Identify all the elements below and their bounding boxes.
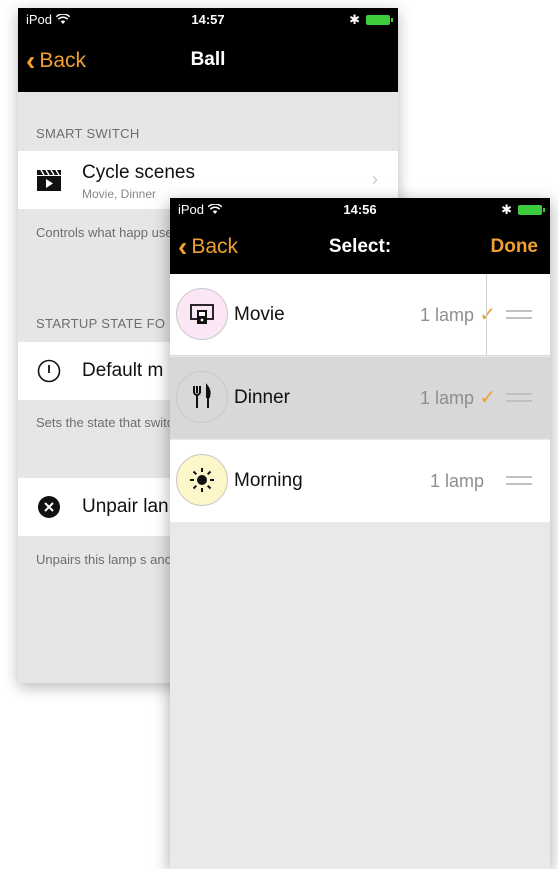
status-bar: iPod 14:57 ✱ bbox=[18, 8, 398, 30]
scene-row-morning[interactable]: Morning 1 lamp bbox=[170, 440, 550, 522]
nav-bar: ‹ Back Select: Done bbox=[170, 220, 550, 274]
scene-count-dinner: 1 lamp bbox=[419, 388, 474, 408]
battery-icon bbox=[518, 205, 545, 215]
default-mode-label: Default m bbox=[82, 360, 164, 381]
checkmark-icon: ✓ bbox=[479, 304, 496, 326]
nav-bar: ‹ Back Ball bbox=[18, 30, 398, 92]
scene-name-dinner: Dinner bbox=[234, 387, 290, 408]
cycle-scenes-title: Cycle scenes bbox=[82, 162, 195, 183]
bluetooth-icon: ✱ bbox=[501, 202, 512, 217]
scene-count-morning: 1 lamp bbox=[429, 471, 484, 491]
status-time: 14:57 bbox=[191, 12, 225, 27]
page-title: Ball bbox=[190, 49, 226, 70]
power-icon bbox=[36, 358, 62, 384]
chevron-right-icon: › bbox=[372, 169, 378, 189]
done-button[interactable]: Done bbox=[491, 236, 539, 258]
sun-icon bbox=[176, 454, 228, 506]
unpair-lamp-label: Unpair lan bbox=[82, 496, 169, 517]
scene-row-movie[interactable]: Movie 1 lamp ✓ bbox=[170, 274, 550, 356]
reorder-handle-icon[interactable] bbox=[506, 393, 532, 402]
battery-icon bbox=[366, 15, 393, 25]
scene-row-dinner[interactable]: Dinner 1 lamp ✓ bbox=[170, 357, 550, 439]
scene-count-movie: 1 lamp bbox=[419, 305, 474, 325]
section-header-startup: STARTUP STATE FO bbox=[36, 316, 166, 331]
scene-name-morning: Morning bbox=[234, 470, 303, 491]
cycle-scenes-subtitle: Movie, Dinner bbox=[82, 187, 157, 201]
select-scenes-screen: iPod 14:56 ✱ ‹ Back Select: Done Movie 1… bbox=[170, 198, 550, 869]
clapperboard-icon bbox=[36, 167, 62, 193]
scene-name-movie: Movie bbox=[234, 304, 285, 325]
reorder-handle-icon[interactable] bbox=[506, 310, 532, 319]
section-header-smart-switch: SMART SWITCH bbox=[36, 126, 140, 141]
remove-icon bbox=[36, 494, 62, 520]
bluetooth-icon: ✱ bbox=[349, 12, 360, 27]
fork-knife-icon bbox=[176, 371, 228, 423]
status-time: 14:56 bbox=[343, 202, 377, 217]
reorder-handle-icon[interactable] bbox=[506, 476, 532, 485]
status-bar: iPod 14:56 ✱ bbox=[170, 198, 550, 220]
tv-icon bbox=[176, 288, 228, 340]
checkmark-icon: ✓ bbox=[479, 387, 496, 409]
